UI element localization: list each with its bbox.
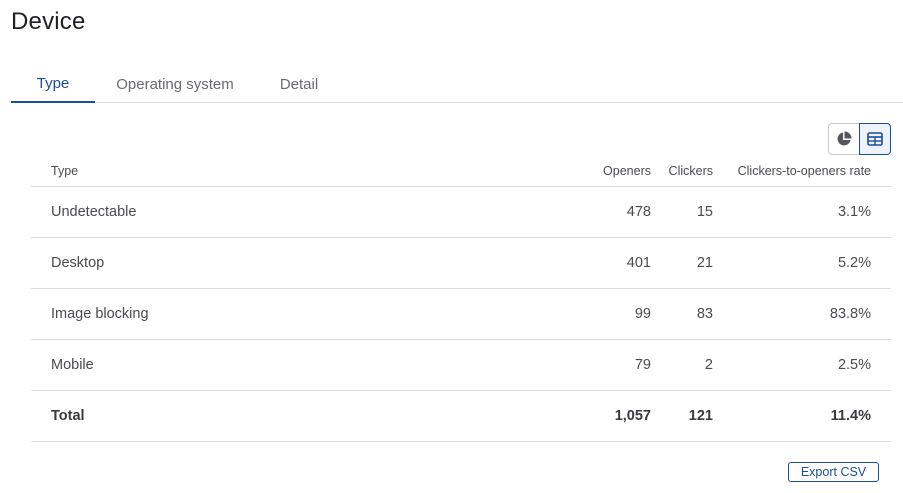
cell-openers: 401 xyxy=(626,255,651,271)
table-view-button[interactable] xyxy=(859,123,891,155)
device-report-page: Device Type Operating system Detail Type… xyxy=(0,0,903,493)
cell-type: Mobile xyxy=(51,357,94,373)
cell-openers: 99 xyxy=(634,306,651,322)
page-title: Device xyxy=(11,8,86,35)
cell-rate: 83.8% xyxy=(829,306,871,322)
device-type-table: Type Openers Clickers Clickers-to-opener… xyxy=(31,155,891,442)
header-clickers[interactable]: Clickers xyxy=(669,155,713,187)
tab-type[interactable]: Type xyxy=(11,66,95,103)
cell-rate: 2.5% xyxy=(837,357,871,373)
cell-clickers: 15 xyxy=(696,204,713,220)
table-header: Type Openers Clickers Clickers-to-opener… xyxy=(31,155,891,187)
table-icon xyxy=(867,132,883,146)
total-rate: 11.4% xyxy=(830,408,871,424)
cell-type: Desktop xyxy=(51,255,105,271)
header-openers[interactable]: Openers xyxy=(603,155,651,187)
cell-type: Image blocking xyxy=(51,306,149,322)
cell-clickers: 83 xyxy=(696,306,713,322)
tab-bar: Type Operating system Detail xyxy=(11,66,903,103)
export-csv-button[interactable]: Export CSV xyxy=(788,462,879,482)
view-toggle xyxy=(828,123,891,155)
table-row: Desktop 401 21 5.2% xyxy=(31,238,891,289)
total-label: Total xyxy=(51,408,85,424)
cell-rate: 3.1% xyxy=(837,204,871,220)
cell-openers: 79 xyxy=(634,357,651,373)
tab-operating-system[interactable]: Operating system xyxy=(105,66,245,103)
cell-openers: 478 xyxy=(626,204,651,220)
cell-clickers: 2 xyxy=(704,357,713,373)
cell-rate: 5.2% xyxy=(837,255,871,271)
pie-chart-view-button[interactable] xyxy=(828,123,859,155)
table-row: Image blocking 99 83 83.8% xyxy=(31,289,891,340)
cell-type: Undetectable xyxy=(51,204,137,220)
total-clickers: 121 xyxy=(688,408,713,424)
table-total-row: Total 1,057 121 11.4% xyxy=(31,391,891,442)
cell-clickers: 21 xyxy=(696,255,713,271)
pie-chart-icon xyxy=(837,131,852,146)
tab-detail[interactable]: Detail xyxy=(263,66,335,103)
header-rate[interactable]: Clickers-to-openers rate xyxy=(738,155,871,187)
total-openers: 1,057 xyxy=(614,408,651,424)
header-type[interactable]: Type xyxy=(51,155,78,187)
table-row: Undetectable 478 15 3.1% xyxy=(31,187,891,238)
table-row: Mobile 79 2 2.5% xyxy=(31,340,891,391)
